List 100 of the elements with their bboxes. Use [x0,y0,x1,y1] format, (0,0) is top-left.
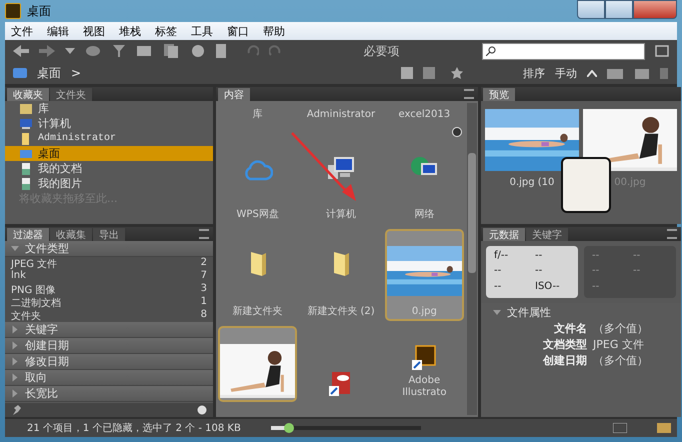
filter-label: lnk [11,270,26,283]
filter-item[interactable]: 文件夹 8 [5,308,213,322]
menu-item[interactable]: 编辑 [47,24,69,38]
menu-item[interactable]: 帮助 [263,24,285,38]
item-label: WPS网盘 [236,208,279,220]
field-value: （多个值） [593,352,649,368]
panel-tab[interactable]: 收藏集 [50,228,92,241]
camera-value: -- [535,250,544,263]
filter-group[interactable]: 关键字 [5,322,213,338]
filter-group-label: 文件类型 [25,240,69,256]
computer-icon [19,118,33,130]
filter-count: 2 [200,256,207,270]
item-label: 新建文件夹 [232,306,283,317]
grid-view-icon[interactable] [613,423,627,433]
favorite-item[interactable]: 计算机 [5,116,213,131]
item-label: 计算机 [326,208,356,220]
filter-label: 文件夹 [11,310,41,322]
close-button[interactable] [633,0,677,19]
filter-label: PNG 图像 [11,284,56,296]
panel-tab[interactable]: 导出 [93,228,125,241]
illustrator-shortcut-icon [411,344,438,372]
content-item[interactable]: 计算机 [301,132,381,224]
back-arrow-icon[interactable] [13,45,29,57]
panel-menu-icon[interactable] [199,228,209,239]
document-icon [19,178,33,190]
sort-direction-icon[interactable] [587,70,597,76]
forward-arrow-icon[interactable] [39,45,55,57]
workspace-label[interactable]: 必要项 [364,42,400,60]
panel-tab[interactable]: 元数据 [483,228,525,241]
panel-tab[interactable]: 预览 [483,88,515,101]
content-item[interactable]: excel2013 [384,103,464,127]
filter-group[interactable]: 取向 [5,370,213,386]
item-label: excel2013 [398,109,450,121]
menu-item[interactable]: 堆栈 [119,24,141,38]
menu-item[interactable]: 文件 [11,24,33,38]
filter-count: 7 [200,270,207,283]
status-text: 21 个项目，1 个已隐藏，选中了 2 个 - 108 KB [27,422,241,435]
preview-label: 0.jpg (10 [510,177,554,188]
filter-group[interactable]: 文件类型 [5,240,213,257]
content-item[interactable]: 新建文件夹 [218,229,298,321]
panel-tab[interactable]: 关键字 [526,228,568,241]
menu-item[interactable]: 窗口 [227,24,249,38]
filter-group[interactable]: 创建日期 [5,338,213,354]
star-icon[interactable] [451,67,463,79]
favorite-item[interactable]: 我的图片 [5,176,213,191]
content-item[interactable]: Adobe Illustrato [384,326,464,402]
item-label: 0.jpg [412,306,437,317]
path-crumb[interactable]: 桌面 [37,64,61,82]
panel-menu-icon[interactable] [464,89,474,99]
copy-icon[interactable] [163,44,181,58]
content-item[interactable]: WPS网盘 [218,132,298,224]
content-item[interactable]: 新建文件夹 (2) [301,229,381,321]
dropdown-caret-icon[interactable] [65,48,75,54]
filter-item[interactable]: 二进制文档 1 [5,296,213,309]
sort-dropdown[interactable]: 手动 [555,66,577,80]
camera-value: f/-- [494,250,510,263]
field-name: 文档类型 [542,336,587,352]
filter-group-label: 关键字 [25,322,58,337]
sort-label: 排序 [523,66,545,80]
camera-value: -- [633,250,642,263]
panel-tab[interactable]: 过滤器 [7,228,49,241]
item-label: Adobe Illustrato [401,375,448,398]
minimize-button[interactable] [577,0,605,19]
filter-group[interactable]: 修改日期 [5,354,213,370]
search-field[interactable] [482,42,645,60]
search-icon[interactable] [486,46,496,56]
item-label: 新建文件夹 (2) [307,306,375,317]
menu-item[interactable]: 工具 [191,24,213,38]
content-item[interactable] [218,326,298,402]
filter-icon[interactable] [113,45,125,57]
annotation-arrow [290,131,358,201]
section-header[interactable]: 文件属性 [487,304,675,320]
filter-group[interactable]: 长宽比 [5,386,213,402]
panel-tab[interactable]: 内容 [218,88,250,101]
panel-menu-icon[interactable] [667,228,677,239]
scrollbar[interactable] [467,103,477,415]
menu-item[interactable]: 标签 [155,24,177,38]
field-name: 文件名 [553,320,587,336]
favorite-item[interactable]: 库 [5,101,213,116]
content-item[interactable]: 库 [218,103,298,127]
favorite-item[interactable]: Administrator [5,131,213,146]
filter-group-label: 创建日期 [25,338,69,353]
camera-value: -- [535,265,544,278]
filter-item[interactable]: PNG 图像 3 [5,282,213,296]
menu-item[interactable]: 视图 [83,24,105,38]
panel-tab[interactable]: 文件夹 [50,88,92,101]
path-separator[interactable]: > [71,66,82,80]
content-item[interactable]: 网络 [384,132,464,224]
blank-popup [561,157,611,213]
disclosure-icon [493,310,501,315]
maximize-button[interactable] [605,0,633,19]
content-item[interactable]: Administrator [301,103,381,127]
favorite-item[interactable]: 桌面 [5,146,213,161]
filter-count: 8 [200,308,207,322]
window-title: 桌面 [27,2,51,20]
filter-item[interactable]: lnk 7 [5,270,213,283]
panel-tab[interactable]: 收藏夹 [7,88,49,101]
filter-group-label: 长宽比 [25,386,58,401]
filter-item[interactable]: JPEG 文件 2 [5,256,213,270]
favorite-item[interactable]: 我的文档 [5,161,213,176]
